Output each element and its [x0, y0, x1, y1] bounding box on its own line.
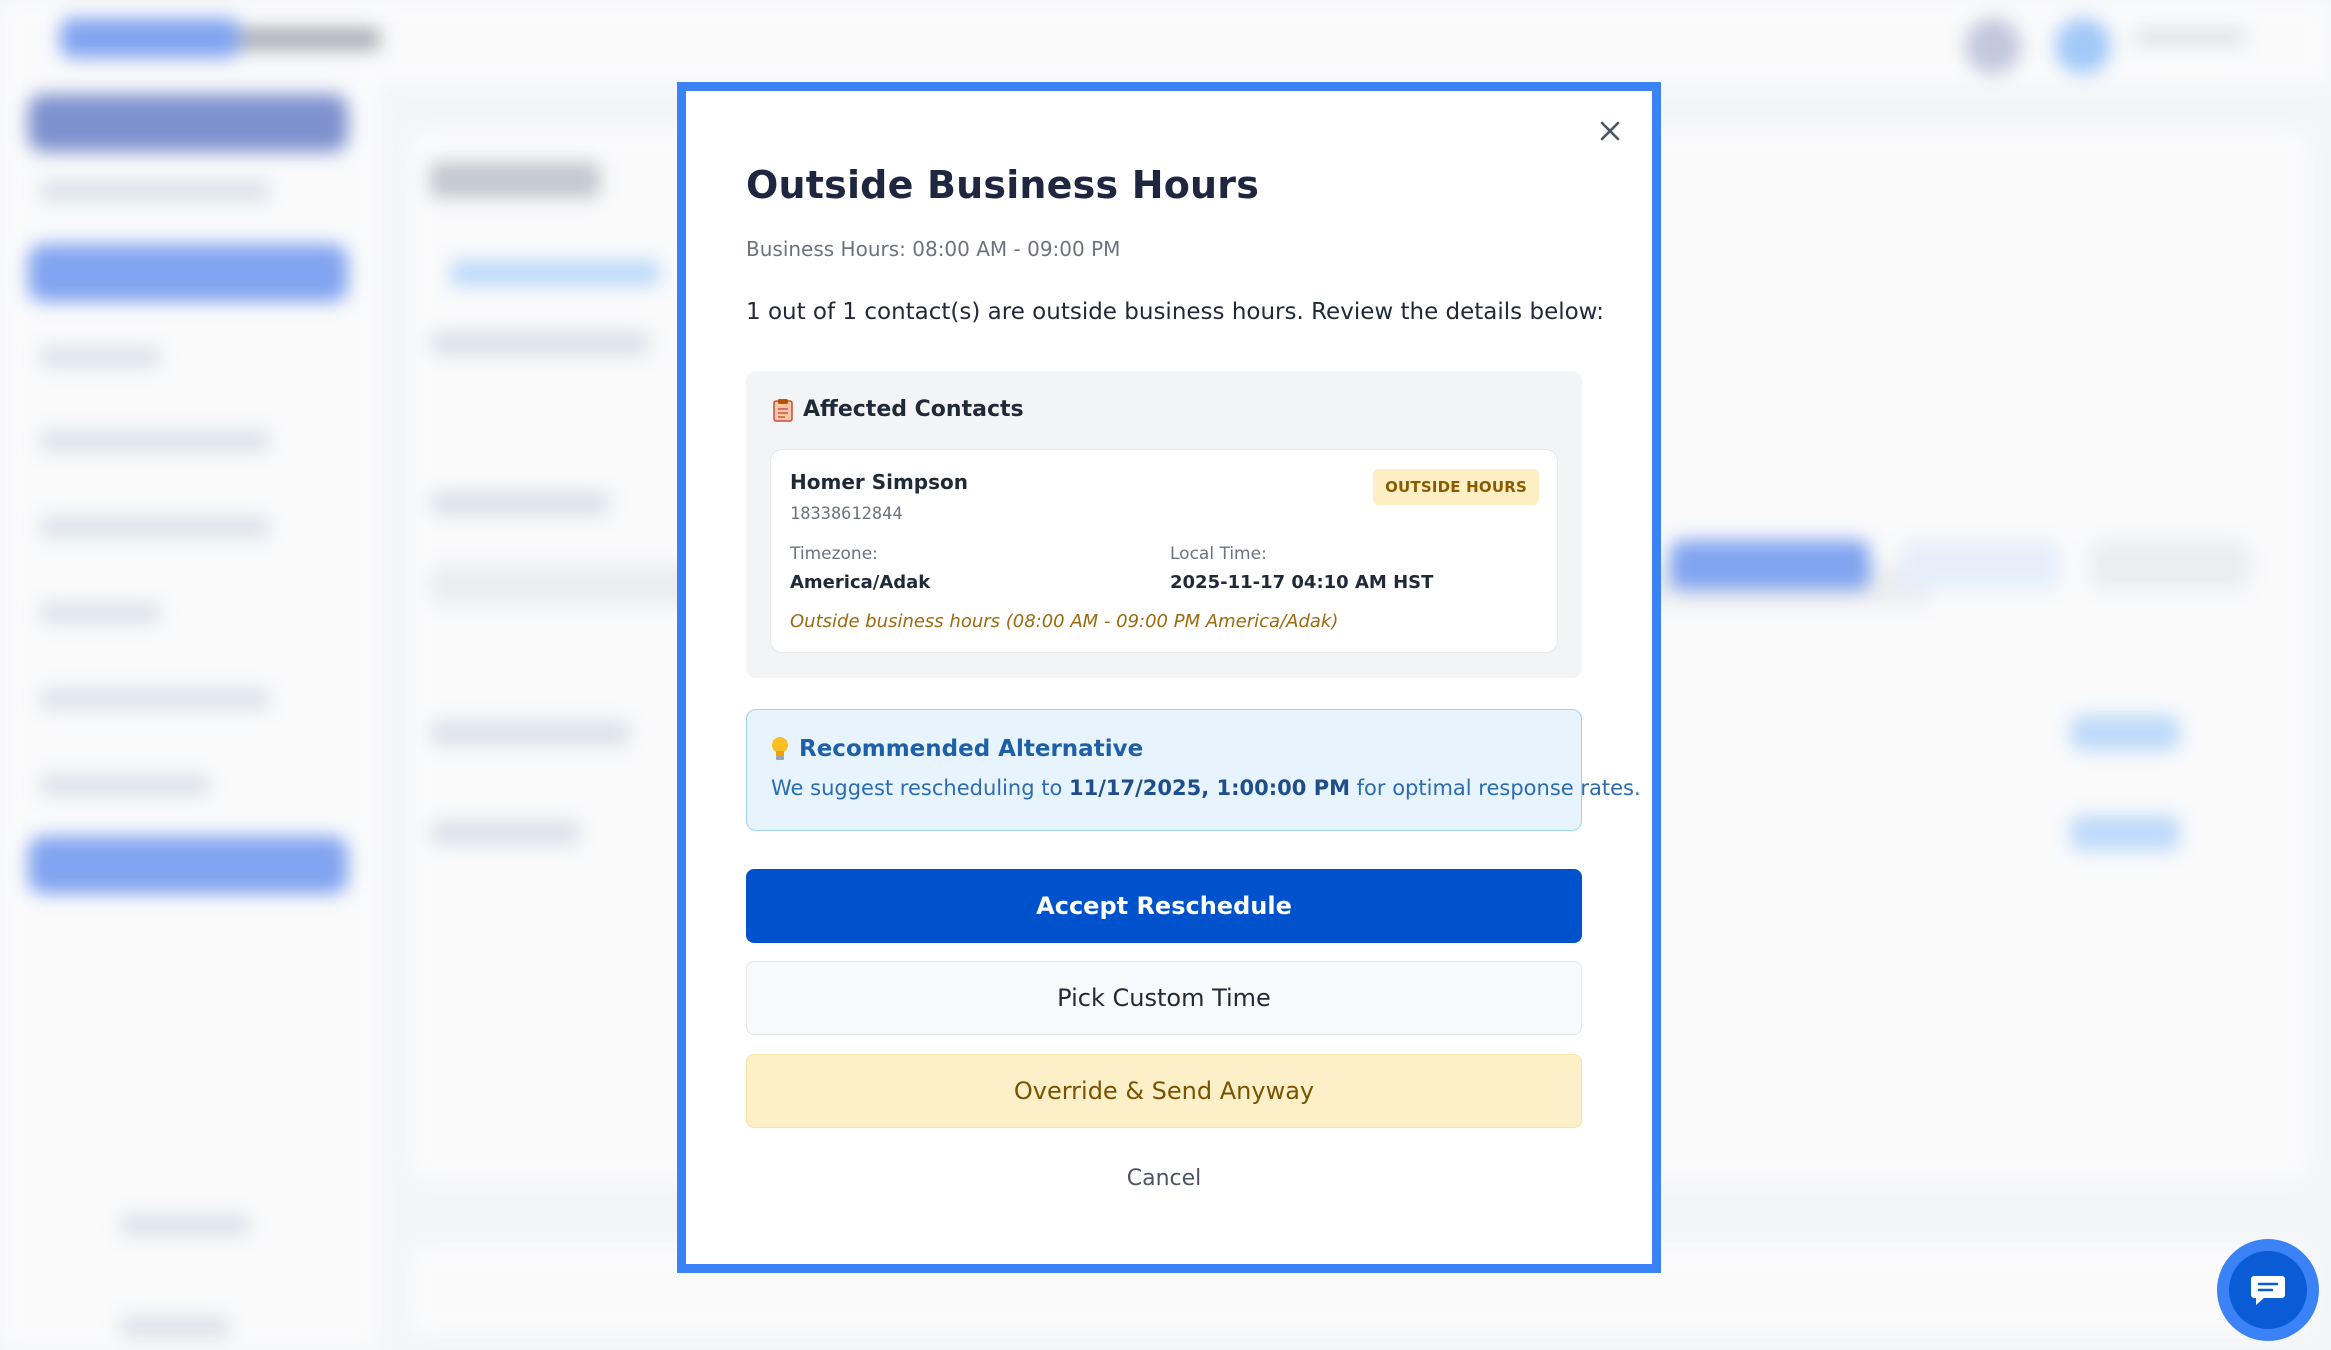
action-button: [1900, 540, 2060, 590]
recommendation-text-before: We suggest rescheduling to: [771, 776, 1069, 800]
app-name: [240, 28, 380, 50]
sidebar-item: [40, 602, 160, 624]
recommended-alternative-heading: Recommended Alternative: [771, 736, 1143, 762]
sidebar-footer-link: [120, 1214, 250, 1236]
row-button: [2070, 715, 2180, 751]
sidebar-active-item: [28, 244, 348, 302]
clipboard-icon: [773, 398, 793, 422]
chat-widget-inner: [2229, 1251, 2307, 1329]
override-send-button[interactable]: Override & Send Anyway: [746, 1054, 1582, 1128]
modal-title: Outside Business Hours: [746, 163, 1260, 207]
contact-name: Homer Simpson: [790, 470, 969, 494]
sidebar-footer-link: [120, 1316, 230, 1338]
business-hours-text: Business Hours: 08:00 AM - 09:00 PM: [746, 237, 1121, 261]
outside-hours-modal: Outside Business Hours Business Hours: 0…: [686, 91, 1652, 1264]
page-title: [430, 162, 600, 198]
sidebar-item: [40, 688, 270, 710]
user-name: [2135, 28, 2245, 46]
cancel-button[interactable]: Cancel: [746, 1166, 1582, 1191]
sidebar-item: [40, 516, 270, 538]
sidebar: [0, 84, 380, 1350]
sidebar-item: [40, 774, 210, 796]
sidebar-primary-button: [28, 94, 348, 152]
close-icon: [1600, 121, 1620, 141]
action-button: [2090, 540, 2250, 590]
contact-card: Homer Simpson 18338612844 OUTSIDE HOURS …: [770, 449, 1558, 653]
local-time-value: 2025-11-17 04:10 AM HST: [1170, 572, 1434, 593]
tab: [450, 260, 660, 286]
recommendation-text-after: for optimal response rates.: [1349, 776, 1641, 800]
lightbulb-icon: [771, 736, 789, 762]
section-title: [430, 330, 650, 356]
outside-hours-badge: OUTSIDE HOURS: [1373, 469, 1539, 505]
affected-contacts-panel: Affected Contacts Homer Simpson 18338612…: [746, 371, 1582, 678]
outside-hours-warning: Outside business hours (08:00 AM - 09:00…: [790, 611, 1339, 632]
local-time-label: Local Time:: [1170, 544, 1267, 564]
app-logo: [60, 18, 240, 58]
close-button[interactable]: [1582, 103, 1638, 159]
sidebar-item: [40, 430, 270, 452]
table-row: [430, 820, 580, 846]
accept-reschedule-button[interactable]: Accept Reschedule: [746, 869, 1582, 943]
contact-phone: 18338612844: [790, 504, 903, 524]
sidebar-item: [40, 346, 160, 368]
user-avatar: [2055, 18, 2111, 74]
sidebar-item: [40, 180, 270, 202]
row-button: [2070, 815, 2180, 851]
summary-text: 1 out of 1 contact(s) are outside busine…: [746, 299, 1604, 325]
top-bar: [0, 0, 2331, 84]
chat-widget-button[interactable]: [2217, 1239, 2319, 1341]
suggested-time: 11/17/2025, 1:00:00 PM: [1069, 776, 1350, 800]
affected-contacts-label: Affected Contacts: [803, 397, 1024, 422]
recommended-alternative-label: Recommended Alternative: [799, 736, 1144, 762]
notification-avatar: [1965, 18, 2021, 74]
recommendation-text: We suggest rescheduling to 11/17/2025, 1…: [771, 776, 1641, 800]
sidebar-cta: [28, 836, 348, 894]
pick-custom-time-button[interactable]: Pick Custom Time: [746, 961, 1582, 1035]
chat-icon: [2251, 1276, 2285, 1305]
timezone-value: America/Adak: [790, 572, 931, 593]
section-title: [430, 490, 610, 516]
timezone-label: Timezone:: [790, 544, 878, 564]
action-button: [1670, 540, 1870, 590]
table-row: [430, 720, 630, 746]
recommended-alternative-panel: Recommended Alternative We suggest resch…: [746, 709, 1641, 831]
affected-contacts-heading: Affected Contacts: [773, 397, 1024, 422]
